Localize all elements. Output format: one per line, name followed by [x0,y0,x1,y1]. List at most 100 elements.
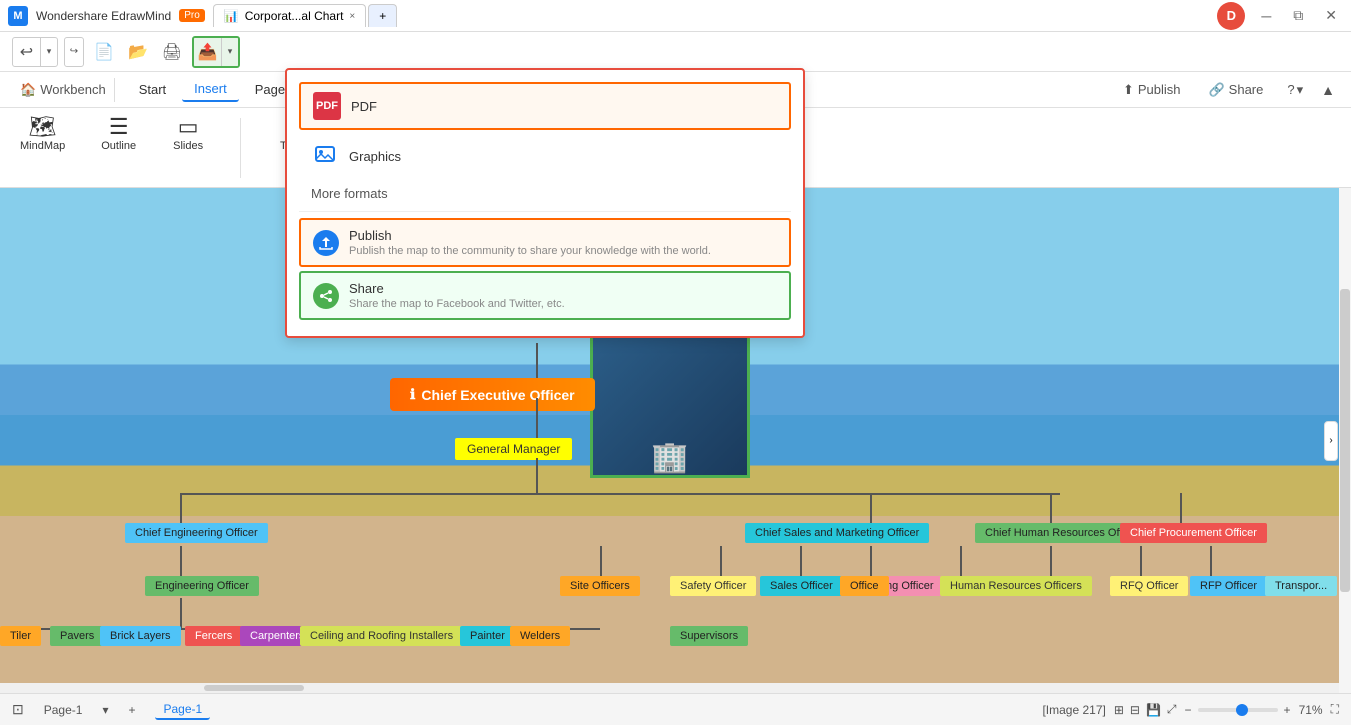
export-btn[interactable]: 📤 [194,38,222,66]
export-arrow-btn[interactable]: ▾ [222,38,238,66]
mindmap-icon: 🗺 [29,116,57,138]
vertical-scrollbar[interactable] [1339,188,1351,693]
pdf-text: PDF [351,99,777,114]
publish-icon [313,230,339,256]
engineering-officer-node[interactable]: Engineering Officer [145,576,259,596]
close-btn[interactable]: ✕ [1319,7,1343,24]
add-page-btn[interactable]: + [120,701,143,719]
l3-v4 [1180,493,1182,523]
page-tab-label[interactable]: Page-1 [36,701,91,719]
workbench-label: Workbench [40,82,106,97]
panel-icon[interactable]: ⊟ [1130,703,1140,717]
l4-v2 [600,546,602,576]
current-page-tab[interactable]: Page-1 [155,700,210,720]
user-avatar[interactable]: D [1217,2,1245,30]
ribbon-slides-btn[interactable]: ▭ Slides [164,112,212,156]
supervisors-node[interactable]: Supervisors [670,626,748,646]
graphics-text: Graphics [349,149,779,164]
welders-node[interactable]: Welders [510,626,570,646]
add-tab-btn[interactable]: + [368,4,397,27]
pdf-icon: PDF [313,92,341,120]
l4-v6 [960,546,962,576]
undo-btn[interactable]: ↩ [13,38,41,66]
hr-officers-node[interactable]: Human Resources Officers [940,576,1092,596]
page-tab-dropdown[interactable]: ▾ [94,701,116,719]
site-officers-node[interactable]: Site Officers [560,576,640,596]
zoom-in-icon[interactable]: + [1284,703,1291,717]
scroll-thumb[interactable] [1340,289,1350,592]
grid-icon[interactable]: ⊞ [1114,703,1124,717]
share-item-desc: Share the map to Facebook and Twitter, e… [349,298,777,310]
share-btn[interactable]: 🔗 Share [1198,78,1273,102]
l4-v5 [870,546,872,576]
graphics-export-item[interactable]: Graphics [299,134,791,178]
publish-btn[interactable]: ⬆ Publish [1113,78,1191,102]
dropdown-divider [299,211,791,212]
status-bar: ⊡ Page-1 ▾ + Page-1 [Image 217] ⊞ ⊟ 💾 ⤢ … [0,693,1351,725]
tab-label: Corporat...al Chart [245,9,344,23]
tiler-node[interactable]: Tiler [0,626,41,646]
ribbon-collapse-btn[interactable]: ▲ [1317,78,1339,102]
fullscreen-icon[interactable]: ⛶ [1331,702,1339,717]
transport-label: Transpor... [1275,580,1327,592]
chief-engineering-node[interactable]: Chief Engineering Officer [125,523,268,543]
ceiling-roofing-node[interactable]: Ceiling and Roofing Installers [300,626,463,646]
gm-node[interactable]: General Manager [455,438,572,460]
menu-start[interactable]: Start [127,78,178,101]
tiler-label: Tiler [10,630,31,642]
sales-officer-node[interactable]: Sales Officer [760,576,843,596]
chief-procurement-node[interactable]: Chief Procurement Officer [1120,523,1267,543]
minimize-btn[interactable]: ─ [1255,8,1277,24]
title-bar-left: M Wondershare EdrawMind Pro 📊 Corporat..… [8,4,397,27]
building-image: 🏢 [590,318,750,478]
help-btn[interactable]: ? ▾ [1281,78,1309,102]
expand-icon[interactable]: ⤢ [1167,702,1177,717]
ribbon-mindmap-btn[interactable]: 🗺 MindMap [12,112,73,156]
right-panel-toggle[interactable]: › [1324,421,1338,461]
active-tab[interactable]: 📊 Corporat...al Chart × [213,4,367,27]
publish-item[interactable]: Publish Publish the map to the community… [299,218,791,267]
toolbar: ↩ ▾ ↪ 📄 📂 🖨 📤 ▾ [0,32,1351,72]
zoom-slider[interactable] [1198,708,1278,712]
painter-node[interactable]: Painter [460,626,515,646]
image-info: [Image 217] [1042,703,1105,717]
rfq-officer-node[interactable]: RFQ Officer [1110,576,1188,596]
l4-v4 [800,546,802,576]
gm-level3-v [536,458,538,493]
slides-label: Slides [173,140,203,152]
l4-v8 [1140,546,1142,576]
share-item[interactable]: Share Share the map to Facebook and Twit… [299,271,791,320]
h-scroll-thumb[interactable] [204,685,304,691]
office-node[interactable]: Office [840,576,889,596]
horizontal-scrollbar[interactable] [0,683,1339,693]
status-icon[interactable]: ⊡ [12,701,24,718]
l4-v3 [720,546,722,576]
open-file-btn[interactable]: 📂 [124,38,152,66]
pavers-node[interactable]: Pavers [50,626,104,646]
save-icon[interactable]: 💾 [1146,703,1161,717]
chief-sales-node[interactable]: Chief Sales and Marketing Officer [745,523,929,543]
share-icon-circle [313,283,339,309]
fencers-node[interactable]: Fercers [185,626,242,646]
rfp-officer-node[interactable]: RFP Officer [1190,576,1267,596]
undo-arrow[interactable]: ▾ [41,38,57,66]
ceo-icon: ℹ [410,386,415,403]
graphics-icon [311,142,339,170]
print-btn[interactable]: 🖨 [158,38,186,66]
workbench-btn[interactable]: 🏠 Workbench [12,78,115,102]
safety-officer-node[interactable]: Safety Officer [670,576,756,596]
brick-layers-node[interactable]: Brick Layers [100,626,181,646]
menu-insert[interactable]: Insert [182,77,239,102]
outline-label: Outline [101,140,136,152]
transport-node[interactable]: Transpor... [1265,576,1337,596]
pro-badge: Pro [179,9,205,22]
ribbon-outline-btn[interactable]: ☰ Outline [93,112,144,156]
tab-close-btn[interactable]: × [349,11,355,22]
new-file-btn[interactable]: 📄 [90,38,118,66]
zoom-out-icon[interactable]: − [1185,703,1192,717]
ceo-node[interactable]: ℹ Chief Executive Officer [390,378,595,411]
more-formats-item[interactable]: More formats [299,182,791,205]
maximize-btn[interactable]: ⧉ [1287,7,1309,24]
pdf-export-item[interactable]: PDF PDF [299,82,791,130]
redo-btn[interactable]: ↪ [65,38,83,66]
